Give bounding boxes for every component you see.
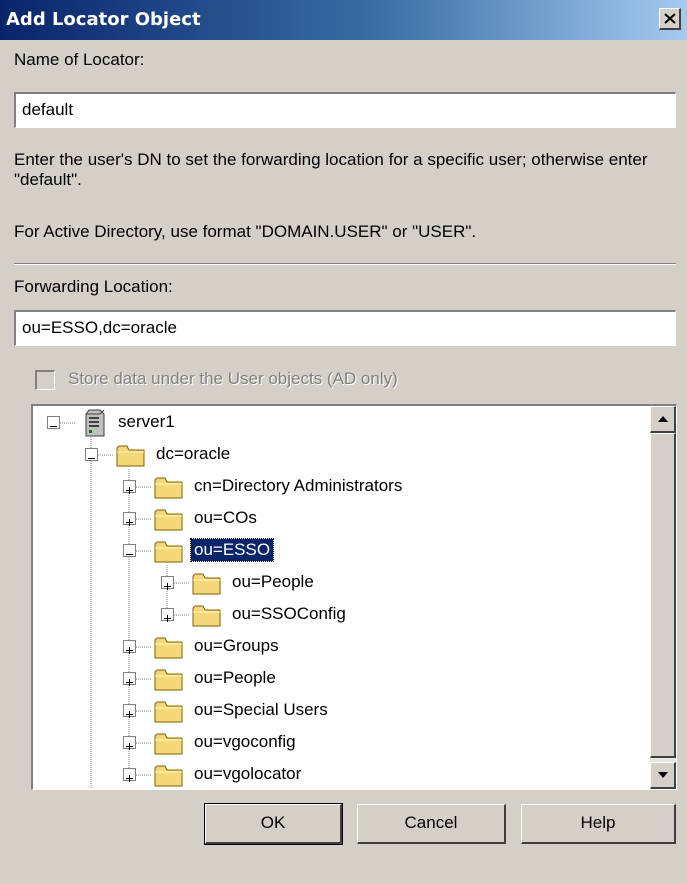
collapse-icon[interactable] (123, 544, 136, 557)
folder-icon (153, 666, 185, 692)
expand-icon[interactable] (161, 576, 174, 590)
store-data-checkbox[interactable] (35, 370, 55, 390)
tree-node[interactable]: ou=COs (33, 504, 633, 534)
tree-node[interactable]: ou=SSOConfig (33, 600, 633, 630)
folder-icon (191, 602, 223, 628)
folder-icon (153, 538, 185, 564)
tree-node[interactable]: ou=People (33, 664, 633, 694)
server-icon (82, 408, 108, 438)
tree-node[interactable]: dc=oracle (33, 440, 633, 470)
folder-icon (153, 474, 185, 500)
expand-icon[interactable] (123, 736, 136, 750)
tree-node[interactable]: ou=vgoconfig (33, 728, 633, 758)
tree-node-label[interactable]: ou=Groups (191, 635, 282, 657)
tree-node-label[interactable]: ou=vgolocator (191, 763, 304, 785)
tree-node-label[interactable]: cn=Directory Administrators (191, 475, 405, 497)
ok-button[interactable]: OK (204, 803, 343, 845)
folder-icon (153, 762, 185, 788)
tree-node-label[interactable]: ou=SSOConfig (229, 603, 349, 625)
tree-scrollbar[interactable] (650, 406, 676, 789)
folder-icon (153, 698, 185, 724)
instructions-text: Enter the user's DN to set the forwardin… (14, 150, 648, 189)
scroll-down-button[interactable] (650, 762, 676, 789)
arrow-down-icon (658, 772, 668, 778)
scroll-thumb[interactable] (650, 433, 676, 758)
folder-icon (115, 442, 147, 468)
tree-node-label[interactable]: ou=vgoconfig (191, 731, 299, 753)
expand-icon[interactable] (123, 768, 136, 782)
tree-node[interactable]: ou=People (33, 568, 633, 598)
tree-node-label[interactable]: ou=People (191, 667, 279, 689)
name-of-locator-label: Name of Locator: (14, 50, 145, 69)
title-bar[interactable]: Add Locator Object (0, 0, 687, 40)
tree-node-label[interactable]: dc=oracle (153, 443, 233, 465)
tree-node[interactable]: ou=Groups (33, 632, 633, 662)
collapse-icon[interactable] (85, 448, 98, 461)
folder-icon (191, 570, 223, 596)
forwarding-location-label: Forwarding Location: (14, 277, 173, 296)
help-button[interactable]: Help (521, 804, 676, 844)
tree-node-label[interactable]: ou=COs (191, 507, 260, 529)
forwarding-location-input[interactable]: ou=ESSO,dc=oracle (14, 310, 676, 346)
directory-tree[interactable]: server1 dc=oracle cn=Directory Administrat… (31, 404, 677, 790)
tree-node-label[interactable]: ou=ESSO (189, 538, 275, 562)
tree-node[interactable]: ou=Special Users (33, 696, 633, 726)
active-directory-hint: For Active Directory, use format "DOMAIN… (14, 222, 477, 241)
arrow-up-icon (658, 416, 668, 422)
name-of-locator-input[interactable]: default (14, 92, 676, 128)
store-data-checkbox-label: Store data under the User objects (AD on… (68, 369, 398, 388)
dialog-title: Add Locator Object (6, 9, 201, 30)
tree-node-label[interactable]: server1 (115, 411, 178, 433)
cancel-button[interactable]: Cancel (357, 804, 506, 844)
folder-icon (153, 730, 185, 756)
tree-node-label[interactable]: ou=People (229, 571, 317, 593)
tree-node[interactable]: ou=ESSO (33, 536, 633, 566)
collapse-icon[interactable] (47, 416, 60, 429)
expand-icon[interactable] (123, 704, 136, 718)
close-button[interactable] (659, 8, 681, 30)
folder-icon (153, 506, 185, 532)
close-icon (664, 13, 676, 24)
scroll-up-button[interactable] (650, 406, 676, 433)
tree-node-label[interactable]: ou=Special Users (191, 699, 331, 721)
tree-node[interactable]: server1 (33, 408, 633, 438)
expand-icon[interactable] (123, 480, 136, 494)
expand-icon[interactable] (161, 608, 174, 622)
expand-icon[interactable] (123, 640, 136, 654)
folder-icon (153, 634, 185, 660)
tree-node[interactable]: cn=Directory Administrators (33, 472, 633, 502)
expand-icon[interactable] (123, 512, 136, 526)
tree-node[interactable]: ou=vgolocator (33, 760, 633, 789)
separator (14, 263, 676, 265)
expand-icon[interactable] (123, 672, 136, 686)
